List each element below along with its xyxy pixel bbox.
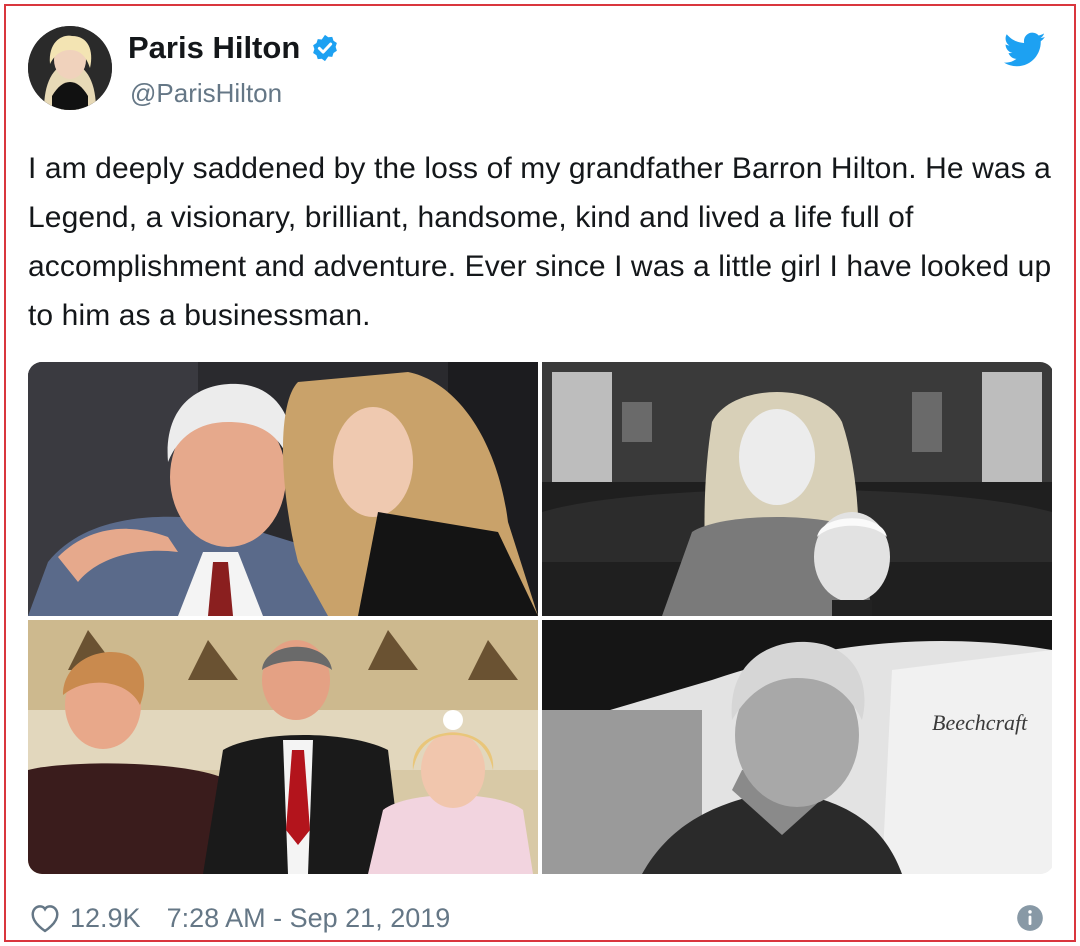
- info-icon[interactable]: [1016, 904, 1044, 932]
- user-handle[interactable]: @ParisHilton: [130, 78, 282, 109]
- tweet-footer: 12.9K 7:28 AM - Sep 21, 2019: [28, 898, 1058, 938]
- tweet-card: Paris Hilton @ParisHilton I am deeply sa…: [4, 4, 1076, 942]
- display-name[interactable]: Paris Hilton: [128, 30, 300, 66]
- like-count: 12.9K: [70, 902, 141, 933]
- twitter-bird-icon[interactable]: [1004, 32, 1046, 68]
- tweet-text: I am deeply saddened by the loss of my g…: [28, 152, 1052, 332]
- name-row: Paris Hilton: [128, 30, 340, 66]
- verified-badge-icon: [313, 34, 338, 62]
- beechcraft-sign: Beechcraft: [932, 710, 1028, 735]
- media-grid[interactable]: Beechcraft: [28, 362, 1054, 874]
- avatar[interactable]: [28, 26, 112, 110]
- photo-1[interactable]: [28, 362, 538, 616]
- heart-icon[interactable]: [28, 903, 62, 933]
- photo-2[interactable]: [542, 362, 1052, 616]
- photo-4[interactable]: Beechcraft: [542, 620, 1052, 874]
- photo-3[interactable]: [28, 620, 538, 874]
- timestamp[interactable]: 7:28 AM - Sep 21, 2019: [167, 903, 451, 934]
